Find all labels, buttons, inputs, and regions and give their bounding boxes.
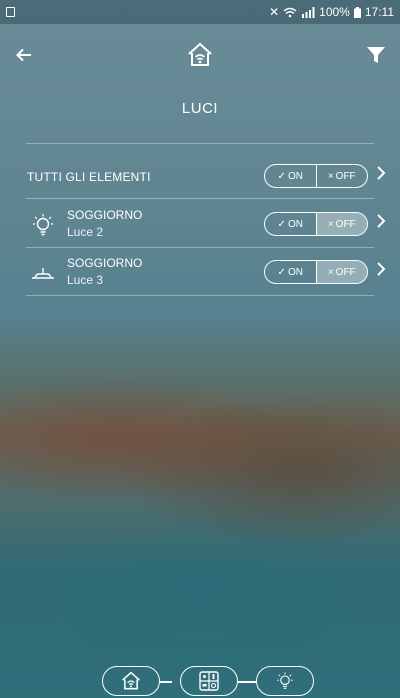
devices-panel-icon	[199, 671, 219, 691]
device-name: Luce 3	[67, 273, 104, 287]
on-button[interactable]: ✓ ON	[265, 261, 317, 283]
on-label: ON	[287, 218, 303, 230]
status-indicators: ✕ 100% 17:11	[269, 5, 394, 19]
off-label: OFF	[335, 218, 356, 230]
page-title: LUCI	[181, 100, 219, 117]
top-bar	[0, 40, 400, 76]
wifi-icon	[283, 7, 297, 17]
light-bulb-icon	[30, 212, 56, 238]
off-label: OFF	[335, 266, 356, 278]
on-button[interactable]: ✓ ON	[265, 213, 317, 235]
check-icon: ✓	[277, 218, 286, 230]
clock: 17:11	[364, 5, 394, 19]
divider	[26, 295, 374, 296]
cross-icon: ×	[327, 218, 334, 230]
filter-icon	[367, 47, 385, 63]
off-label: OFF	[335, 170, 356, 182]
back-button[interactable]	[16, 44, 32, 66]
battery-icon	[353, 6, 361, 18]
light-bulb-icon	[277, 672, 293, 689]
device-name: Luce 2	[67, 225, 104, 239]
off-button[interactable]: × OFF	[316, 261, 367, 283]
cross-icon: ×	[327, 170, 334, 182]
nav-lights-button[interactable]	[256, 666, 314, 696]
device-row-luce-3[interactable]: SOGGIORNO Luce 3 ✓ ON × OFF	[0, 250, 400, 294]
device-toggle[interactable]: ✓ ON × OFF	[264, 212, 368, 236]
screenshot-notification-icon	[6, 7, 15, 17]
nav-home-button[interactable]	[102, 666, 160, 696]
nav-connector	[238, 681, 256, 683]
on-label: ON	[287, 266, 303, 278]
on-button[interactable]: ✓ ON	[265, 165, 317, 187]
check-icon: ✓	[277, 266, 286, 278]
on-label: ON	[287, 170, 303, 182]
status-bar: ✕ 100% 17:11	[0, 0, 400, 24]
cross-icon: ×	[327, 266, 334, 278]
ceiling-light-icon	[30, 260, 56, 286]
all-elements-toggle[interactable]: ✓ ON × OFF	[264, 164, 368, 188]
chevron-right-icon[interactable]	[376, 260, 386, 282]
filter-button[interactable]	[366, 46, 386, 64]
device-row-luce-2[interactable]: SOGGIORNO Luce 2 ✓ ON × OFF	[0, 202, 400, 246]
divider	[26, 143, 374, 144]
chevron-right-icon[interactable]	[376, 164, 386, 186]
nav-connector	[160, 681, 172, 683]
divider	[26, 198, 374, 199]
check-icon: ✓	[277, 170, 286, 182]
home-icon	[122, 671, 140, 690]
off-button[interactable]: × OFF	[316, 213, 367, 235]
device-room: SOGGIORNO	[67, 208, 143, 222]
arrow-left-icon	[16, 48, 31, 62]
all-elements-label: TUTTI GLI ELEMENTI	[27, 170, 151, 184]
nav-devices-button[interactable]	[180, 666, 238, 696]
off-button[interactable]: × OFF	[317, 165, 368, 187]
signal-icon	[302, 6, 315, 18]
device-room: SOGGIORNO	[67, 256, 143, 270]
chevron-right-icon[interactable]	[376, 212, 386, 234]
smart-home-icon	[188, 43, 212, 66]
home-button[interactable]	[186, 42, 214, 68]
battery-percent: 100%	[319, 5, 350, 19]
all-elements-row: TUTTI GLI ELEMENTI ✓ ON × OFF	[0, 154, 400, 198]
mute-icon: ✕	[269, 5, 280, 19]
divider	[26, 247, 374, 248]
device-toggle[interactable]: ✓ ON × OFF	[264, 260, 368, 284]
bottom-navigation	[0, 664, 400, 698]
